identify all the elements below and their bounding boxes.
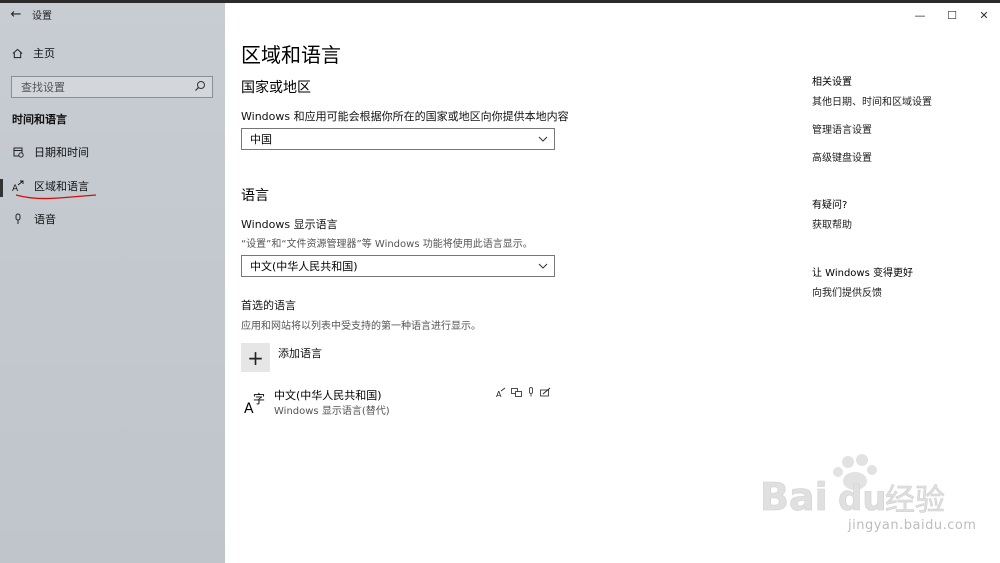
sidebar-item-speech[interactable]: 语音 [12,211,56,227]
country-select[interactable]: 中国 [241,128,555,150]
related-link-advanced-keyboard[interactable]: 高级键盘设置 [812,149,872,164]
home-icon [12,48,23,58]
svg-text:经验: 经验 [885,483,945,518]
related-link-manage-language[interactable]: 管理语言设置 [812,121,872,136]
related-link-other-date-time[interactable]: 其他日期、时间和区域设置 [812,93,932,108]
svg-text:du: du [838,479,887,519]
related-settings-heading: 相关设置 [812,77,852,88]
active-indicator [0,179,3,197]
help-heading: 有疑问? [812,200,848,211]
display-language-desc: “设置”和“文件资源管理器”等 Windows 功能将使用此语言显示。 [241,239,533,250]
search-icon[interactable] [194,80,206,92]
display-language-select[interactable]: 中文(中华人民共和国) [241,255,555,277]
preferred-language-desc: 应用和网站将以列表中受支持的第一种语言进行显示。 [241,321,481,332]
country-selected: 中国 [250,133,272,146]
svg-text:Bai: Bai [760,475,828,519]
section-title: 时间和语言 [12,113,67,126]
svg-text:字: 字 [253,391,265,406]
text-to-speech-icon [511,388,522,397]
language-features: A [496,387,551,397]
preferred-language-label: 首选的语言 [241,299,296,312]
window-controls: — ☐ ✕ [904,6,1000,24]
country-heading: 国家或地区 [241,80,311,96]
watermark-url: jingyan.baidu.com [848,518,977,533]
home-link[interactable]: 主页 [12,45,55,61]
close-icon[interactable]: ✕ [968,6,1000,24]
minimize-icon[interactable]: — [904,6,936,24]
maximize-icon[interactable]: ☐ [936,6,968,24]
language-glyph-icon: A 字 [244,391,265,415]
app-title: 设置 [32,10,52,22]
get-help-link[interactable]: 获取帮助 [812,216,852,231]
search-placeholder: 查找设置 [21,81,65,94]
page-title: 区域和语言 [241,43,341,67]
home-label: 主页 [33,47,55,60]
language-name: 中文(中华人民共和国) [274,389,382,402]
language-heading: 语言 [241,188,269,204]
feedback-heading: 让 Windows 变得更好 [812,268,913,279]
calendar-clock-icon [12,146,24,158]
country-description: Windows 和应用可能会根据你所在的国家或地区向你提供本地内容 [241,110,569,123]
chevron-down-icon [538,263,548,269]
sidebar-item-label: 日期和时间 [34,146,89,159]
sidebar-item-date-time[interactable]: 日期和时间 [12,144,89,160]
title-bar: ← 设置 [0,3,225,25]
microphone-icon [12,213,24,225]
handwriting-icon [540,387,551,397]
sidebar: ← 设置 主页 查找设置 时间和语言 日期和时间 A 区域和语言 语音 [0,3,225,563]
add-language-button[interactable]: + 添加语言 [241,343,322,372]
chevron-down-icon [538,136,548,142]
display-language-selected: 中文(中华人民共和国) [250,260,358,273]
plus-icon: + [241,343,270,372]
display-language-label: Windows 显示语言 [241,218,338,231]
back-arrow-icon[interactable]: ← [0,7,32,22]
red-annotation-underline [15,194,97,200]
search-input[interactable]: 查找设置 [11,76,213,98]
sidebar-item-label: 语音 [34,213,56,226]
speech-recognition-icon [529,387,533,397]
language-desc: Windows 显示语言(替代) [274,406,390,417]
feedback-link[interactable]: 向我们提供反馈 [812,284,882,299]
language-list-item[interactable]: A 字 中文(中华人民共和国) Windows 显示语言(替代) A [241,385,555,419]
add-language-label: 添加语言 [278,347,322,360]
display-language-icon: A [496,387,506,397]
